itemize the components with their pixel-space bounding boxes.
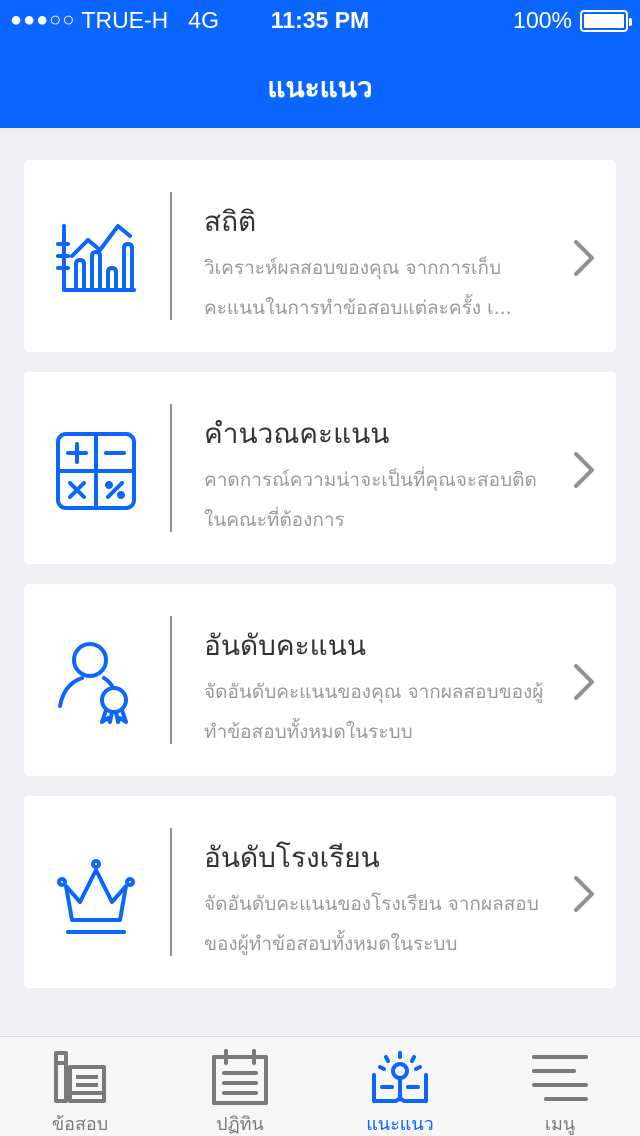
card-title: คำนวณคะแนน [204,417,390,450]
menu-icon [532,1055,588,1101]
card-title: อันดับโรงเรียน [204,841,380,874]
chevron-right-icon [574,664,594,700]
card-title: อันดับคะแนน [204,629,367,662]
user-medal-icon [58,642,128,724]
calculator-icon [56,432,136,510]
card-school-ranking[interactable]: อันดับโรงเรียน จัดอันดับคะแนนของโรงเรียน… [24,796,616,988]
status-bar: ●●●○○ TRUE-H 4G 11:35 PM 100% [0,0,640,40]
card-description: จัดอันดับคะแนนของโรงเรียน จากผลสอบของผู้… [204,893,539,955]
tab-label: เมนู [544,1114,576,1135]
chevron-right-icon [574,452,594,488]
battery-icon [580,9,632,32]
chevron-right-icon [574,240,594,276]
status-right: 100% [513,7,632,34]
header-bar: ●●●○○ TRUE-H 4G 11:35 PM 100% แนะแนว [0,0,640,128]
tab-label: ข้อสอบ [51,1114,109,1135]
card-divider [170,192,172,320]
card-statistics[interactable]: สถิติ วิเคราะห์ผลสอบของคุณ จากการเก็บคะแ… [24,160,616,352]
tab-exams[interactable]: ข้อสอบ [0,1037,160,1136]
tab-calendar[interactable]: ปฏิทิน [160,1037,320,1136]
tab-label: แนะแนว [366,1114,434,1135]
battery-percent: 100% [513,7,572,33]
card-score-calculator[interactable]: คำนวณคะแนน คาดการณ์ความน่าจะเป็นที่คุณจะ… [24,372,616,564]
card-divider [170,404,172,532]
chevron-right-icon [574,876,594,912]
card-score-ranking[interactable]: อันดับคะแนน จัดอันดับคะแนนของคุณ จากผลสอ… [24,584,616,776]
guidance-card-list: สถิติ วิเคราะห์ผลสอบของคุณ จากการเก็บคะแ… [24,160,616,1008]
crown-icon [57,859,135,934]
card-description: วิเคราะห์ผลสอบของคุณ จากการเก็บคะแนนในกา… [204,257,512,319]
card-divider [170,828,172,956]
card-title: สถิติ [204,205,257,238]
tab-label: ปฏิทิน [216,1114,264,1135]
card-description: คาดการณ์ความน่าจะเป็นที่คุณจะสอบติดในคณะ… [204,469,537,531]
calendar-icon [212,1049,268,1105]
tab-guidance[interactable]: แนะแนว [320,1037,480,1136]
card-divider [170,616,172,744]
guidance-book-icon [372,1051,428,1103]
card-description: จัดอันดับคะแนนของคุณ จากผลสอบของผู้ทำข้อ… [204,681,544,743]
exam-books-icon [54,1051,106,1103]
chart-icon [56,224,136,292]
tab-bar: ข้อสอบ ปฏิทิน แนะแนว เมนู [0,1036,640,1136]
tab-menu[interactable]: เมนู [480,1037,640,1136]
page-title: แนะแนว [267,71,373,104]
